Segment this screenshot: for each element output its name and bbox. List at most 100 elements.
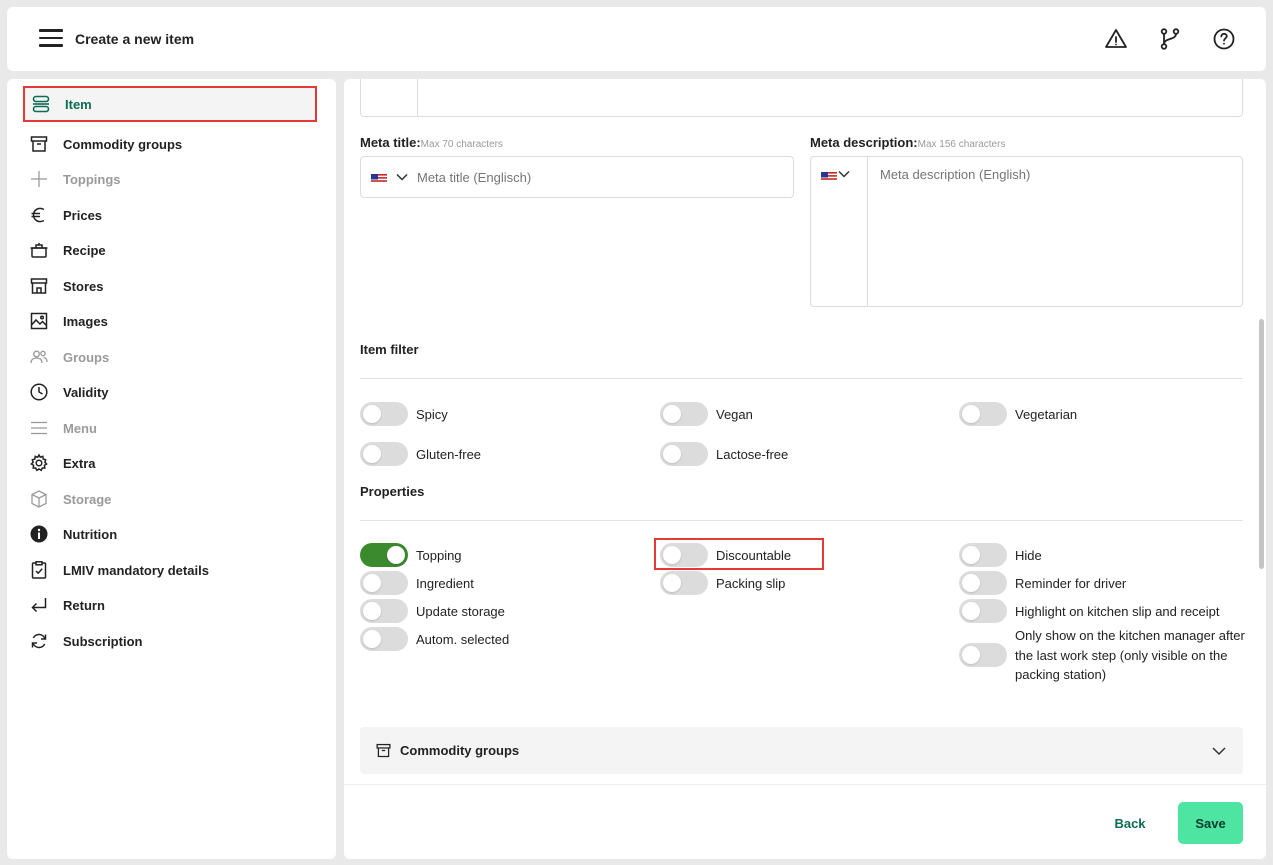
- image-icon: [29, 311, 49, 331]
- toggle-lactose-free: Lactose-free: [660, 442, 788, 466]
- accordion-label: Commodity groups: [400, 743, 520, 758]
- box-icon: [29, 489, 49, 509]
- sidebar-item-stores[interactable]: Stores: [23, 268, 317, 304]
- meta-description-input[interactable]: [880, 167, 1230, 297]
- sidebar-item-label: Subscription: [63, 633, 143, 649]
- toggle-ingredient: Ingredient: [360, 571, 474, 595]
- meta-title-field: [360, 156, 794, 198]
- sidebar-item-groups[interactable]: Groups: [23, 339, 317, 375]
- lactose-free-switch[interactable]: [660, 442, 708, 466]
- toggle-vegetarian: Vegetarian: [959, 402, 1077, 426]
- packing-slip-switch[interactable]: [660, 571, 708, 595]
- commodity-groups-accordion[interactable]: Commodity groups: [360, 727, 1243, 774]
- sidebar-item-commodity-groups[interactable]: Commodity groups: [23, 126, 317, 162]
- vegan-switch[interactable]: [660, 402, 708, 426]
- save-button[interactable]: Save: [1178, 802, 1243, 844]
- meta-title-input[interactable]: [417, 169, 757, 185]
- sidebar-item-storage[interactable]: Storage: [23, 481, 317, 517]
- sidebar-item-subscription[interactable]: Subscription: [23, 623, 317, 659]
- language-selector[interactable]: [811, 157, 868, 306]
- meta-description-hint: Max 156 characters: [917, 139, 1006, 150]
- toggle-spicy: Spicy: [360, 402, 448, 426]
- sidebar-item-label: Nutrition: [63, 526, 118, 542]
- toggle-label: Hide: [1015, 547, 1042, 563]
- chevron-down-icon[interactable]: [395, 170, 409, 184]
- sidebar-item-label: Validity: [63, 384, 109, 400]
- pot-icon: [29, 240, 49, 260]
- sidebar-item-validity[interactable]: Validity: [23, 374, 317, 410]
- item-filter-title: Item filter: [360, 342, 419, 357]
- topping-switch[interactable]: [360, 543, 408, 567]
- sidebar-item-menu[interactable]: Menu: [23, 410, 317, 446]
- sidebar: Item Commodity groups Toppings Prices Re…: [7, 79, 336, 859]
- toggle-label: Discountable: [716, 547, 792, 563]
- gluten-free-switch[interactable]: [360, 442, 408, 466]
- warning-icon[interactable]: [1104, 27, 1128, 51]
- sidebar-item-toppings[interactable]: Toppings: [23, 161, 317, 197]
- sidebar-item-label: Storage: [63, 491, 112, 507]
- scrollbar-thumb[interactable]: [1259, 319, 1264, 569]
- app-header: Create a new item: [7, 7, 1266, 71]
- toggle-label: Highlight on kitchen slip and receipt: [1015, 603, 1220, 619]
- toggle-label: Topping: [416, 547, 462, 563]
- meta-description-label-text: Meta description:: [810, 135, 918, 150]
- sidebar-item-images[interactable]: Images: [23, 303, 317, 339]
- autom-selected-switch[interactable]: [360, 627, 408, 651]
- sidebar-item-recipe[interactable]: Recipe: [23, 232, 317, 268]
- sidebar-item-label: Stores: [63, 278, 104, 294]
- help-icon[interactable]: [1212, 27, 1236, 51]
- toggle-update-storage: Update storage: [360, 599, 505, 623]
- sidebar-item-label: Extra: [63, 455, 96, 471]
- divider: [360, 378, 1243, 379]
- users-icon: [29, 347, 49, 367]
- us-flag-icon: [821, 170, 837, 181]
- page-title: Create a new item: [75, 31, 195, 47]
- ingredient-switch[interactable]: [360, 571, 408, 595]
- toggle-hide: Hide: [959, 543, 1042, 567]
- sidebar-item-label: Recipe: [63, 242, 106, 258]
- hide-switch[interactable]: [959, 543, 1007, 567]
- toggle-gluten-free: Gluten-free: [360, 442, 481, 466]
- sidebar-item-label: Toppings: [63, 171, 121, 187]
- chevron-down-icon[interactable]: [837, 167, 851, 181]
- sidebar-item-extra[interactable]: Extra: [23, 445, 317, 481]
- meta-title-hint: Max 70 characters: [420, 139, 503, 150]
- gear-icon: [29, 453, 49, 473]
- menu-icon[interactable]: [39, 29, 63, 47]
- sidebar-item-nutrition[interactable]: Nutrition: [23, 516, 317, 552]
- refresh-icon: [29, 631, 49, 651]
- sidebar-item-return[interactable]: Return: [23, 587, 317, 623]
- kitchen-manager-switch[interactable]: [959, 643, 1007, 668]
- toggle-label: Packing slip: [716, 575, 786, 591]
- sidebar-item-lmiv[interactable]: LMIV mandatory details: [23, 552, 317, 588]
- toggle-label: Autom. selected: [416, 631, 510, 647]
- properties-title: Properties: [360, 484, 425, 499]
- highlight-kitchen-switch[interactable]: [959, 599, 1007, 623]
- toggle-discountable: Discountable: [660, 543, 791, 567]
- archive-icon: [29, 134, 49, 154]
- update-storage-switch[interactable]: [360, 599, 408, 623]
- toggle-reminder-driver: Reminder for driver: [959, 571, 1126, 595]
- toggle-label: Vegan: [716, 406, 753, 422]
- toggle-highlight-kitchen: Highlight on kitchen slip and receipt: [959, 599, 1220, 623]
- toggle-label: Only show on the kitchen manager after t…: [1015, 628, 1245, 682]
- vegetarian-switch[interactable]: [959, 402, 1007, 426]
- sidebar-item-label: Prices: [63, 207, 103, 223]
- description-textarea[interactable]: [360, 79, 1243, 117]
- toggle-label: Spicy: [416, 406, 448, 422]
- store-icon: [29, 276, 49, 296]
- chevron-down-icon[interactable]: [1211, 743, 1227, 759]
- sidebar-item-label: Return: [63, 597, 105, 613]
- list-icon: [29, 418, 49, 438]
- main-panel: Meta title:Max 70 characters Meta descri…: [344, 79, 1266, 859]
- discountable-switch[interactable]: [660, 543, 708, 567]
- branch-icon[interactable]: [1158, 27, 1182, 51]
- toggle-label: Ingredient: [416, 575, 474, 591]
- back-button[interactable]: Back: [1104, 802, 1156, 844]
- footer-divider: [344, 784, 1266, 785]
- sidebar-item-item[interactable]: Item: [23, 86, 317, 122]
- spicy-switch[interactable]: [360, 402, 408, 426]
- sidebar-item-prices[interactable]: Prices: [23, 197, 317, 233]
- plus-icon: [29, 169, 49, 189]
- reminder-driver-switch[interactable]: [959, 571, 1007, 595]
